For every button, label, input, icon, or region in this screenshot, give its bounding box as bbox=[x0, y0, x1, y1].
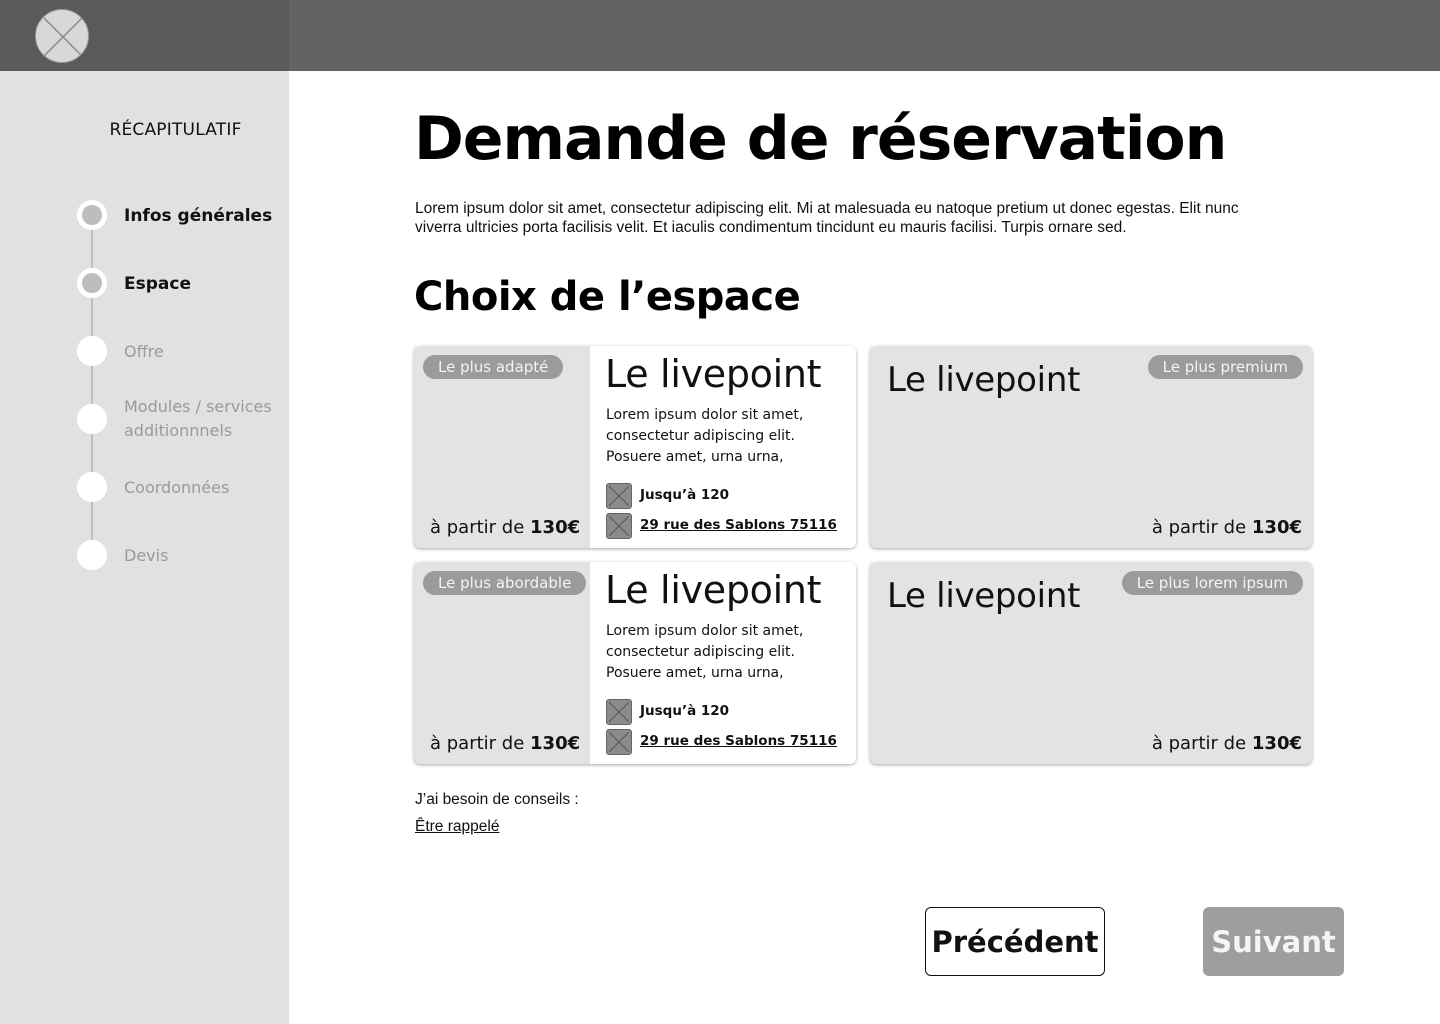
card-description: Lorem ipsum dolor sit amet, consectetur … bbox=[606, 407, 804, 465]
card-name: Le livepoint bbox=[887, 360, 1081, 400]
price-value: 130€ bbox=[530, 733, 581, 754]
step-espace[interactable]: Espace bbox=[77, 268, 287, 298]
step-label: Infos générales bbox=[124, 206, 273, 226]
step-done-indicator bbox=[77, 200, 107, 230]
space-card-lorem-ipsum[interactable]: Le plus lorem ipsum Le livepoint à parti… bbox=[870, 562, 1312, 764]
step-offre[interactable]: Offre bbox=[77, 336, 287, 366]
card-address[interactable]: 29 rue des Sablons 75116 bbox=[606, 729, 846, 755]
card-price: à partir de 130€ bbox=[1152, 733, 1302, 754]
space-card-premium[interactable]: Le plus premium Le livepoint à partir de… bbox=[870, 346, 1312, 548]
card-detail-panel: Le livepoint Lorem ipsum dolor sit amet,… bbox=[590, 346, 856, 548]
card-price: à partir de 130€ bbox=[1152, 517, 1302, 538]
step-todo-indicator bbox=[77, 540, 107, 570]
top-bar bbox=[0, 0, 1440, 71]
card-price: à partir de 130€ bbox=[430, 733, 580, 754]
step-todo-indicator bbox=[77, 404, 107, 434]
card-name: Le livepoint bbox=[605, 568, 822, 612]
capacity-icon bbox=[606, 699, 632, 725]
capacity-icon bbox=[606, 483, 632, 509]
space-card-abordable[interactable]: Le plus abordable à partir de 130€ Le li… bbox=[414, 562, 856, 764]
card-detail-panel: Le livepoint Lorem ipsum dolor sit amet,… bbox=[590, 562, 856, 764]
price-prefix: à partir de bbox=[430, 733, 531, 754]
card-badge: Le plus abordable bbox=[423, 571, 587, 595]
card-capacity: Jusqu’à 120 bbox=[606, 699, 846, 725]
card-description: Lorem ipsum dolor sit amet, consectetur … bbox=[606, 623, 804, 681]
step-devis[interactable]: Devis bbox=[77, 540, 287, 570]
price-prefix: à partir de bbox=[1151, 733, 1252, 754]
steps-connector-line bbox=[91, 216, 93, 556]
placeholder-image-icon[interactable] bbox=[35, 9, 89, 63]
price-value: 130€ bbox=[530, 517, 581, 538]
next-button[interactable]: Suivant bbox=[1203, 907, 1344, 976]
capacity-text: Jusqu’à 120 bbox=[640, 703, 730, 719]
help-label: J’ai besoin de conseils : bbox=[415, 791, 579, 808]
sidebar-title: RÉCAPITULATIF bbox=[109, 120, 242, 140]
card-name: Le livepoint bbox=[605, 352, 822, 396]
card-name: Le livepoint bbox=[887, 576, 1081, 616]
step-label: Modules / services additionnnels bbox=[124, 397, 272, 440]
step-modules[interactable]: Modules / services additionnnels bbox=[77, 397, 287, 440]
capacity-text: Jusqu’à 120 bbox=[640, 487, 730, 503]
location-icon bbox=[606, 513, 632, 539]
card-badge: Le plus premium bbox=[1147, 355, 1303, 379]
card-badge: Le plus adapté bbox=[423, 355, 564, 379]
step-infos-generales[interactable]: Infos générales bbox=[77, 200, 287, 230]
step-todo-indicator bbox=[77, 336, 107, 366]
address-link[interactable]: 29 rue des Sablons 75116 bbox=[640, 733, 837, 749]
page-title: Demande de réservation bbox=[414, 104, 1227, 174]
step-coordonnees[interactable]: Coordonnées bbox=[77, 472, 287, 502]
card-badge: Le plus lorem ipsum bbox=[1121, 571, 1303, 595]
price-prefix: à partir de bbox=[1151, 517, 1252, 538]
section-title: Choix de l’espace bbox=[414, 274, 801, 320]
sidebar: RÉCAPITULATIF Infos générales Espace Off… bbox=[0, 71, 289, 1024]
price-prefix: à partir de bbox=[430, 517, 531, 538]
location-icon bbox=[606, 729, 632, 755]
space-card-adapte[interactable]: Le plus adapté à partir de 130€ Le livep… bbox=[414, 346, 856, 548]
card-price: à partir de 130€ bbox=[430, 517, 580, 538]
callback-link[interactable]: Être rappelé bbox=[415, 818, 499, 836]
step-label: Offre bbox=[124, 342, 164, 361]
step-label: Coordonnées bbox=[124, 478, 230, 497]
intro-text: Lorem ipsum dolor sit amet, consectetur … bbox=[415, 200, 1239, 236]
step-label: Espace bbox=[124, 274, 191, 294]
card-capacity: Jusqu’à 120 bbox=[606, 483, 846, 509]
step-current-indicator bbox=[77, 268, 107, 298]
previous-button[interactable]: Précédent bbox=[925, 907, 1105, 976]
card-address[interactable]: 29 rue des Sablons 75116 bbox=[606, 513, 846, 539]
address-link[interactable]: 29 rue des Sablons 75116 bbox=[640, 517, 837, 533]
step-todo-indicator bbox=[77, 472, 107, 502]
price-value: 130€ bbox=[1251, 733, 1302, 754]
top-bar-logo-area bbox=[0, 0, 289, 71]
step-label: Devis bbox=[124, 546, 169, 565]
price-value: 130€ bbox=[1251, 517, 1302, 538]
